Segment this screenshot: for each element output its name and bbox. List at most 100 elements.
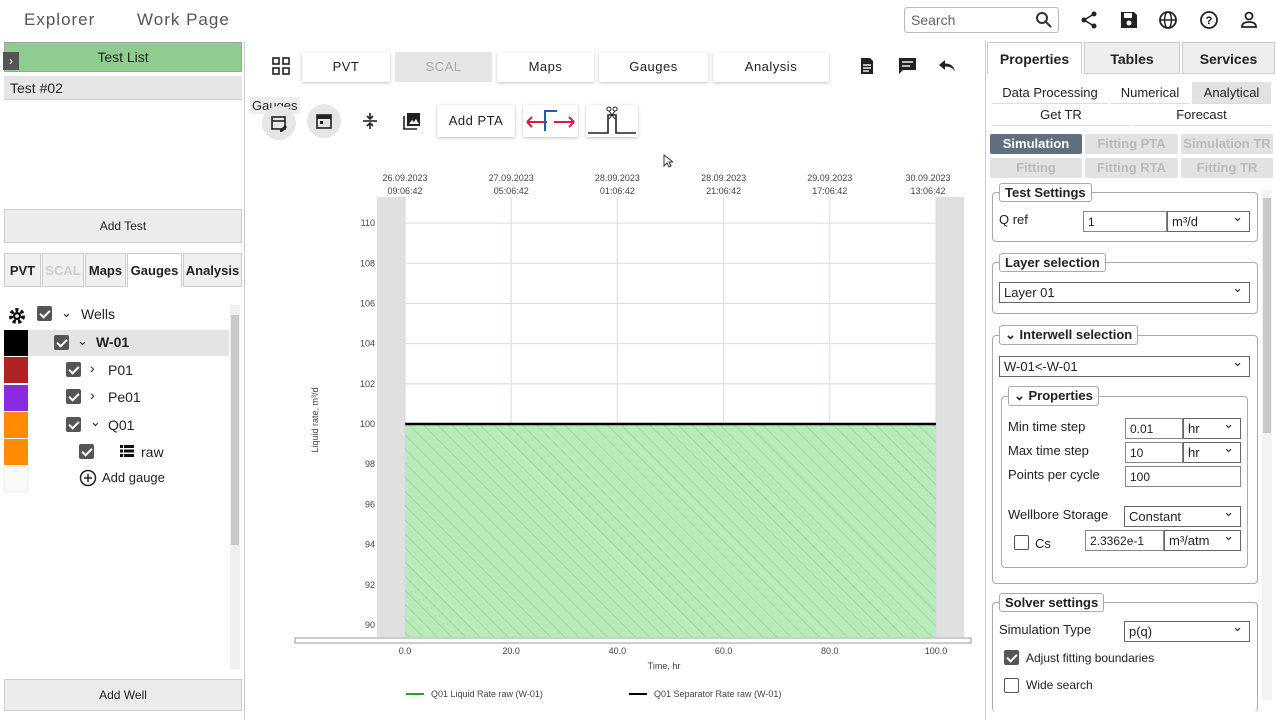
center-tab-scal[interactable]: SCAL: [395, 52, 492, 82]
edit-gauge-button[interactable]: [262, 106, 296, 140]
cs-checkbox[interactable]: [1014, 535, 1029, 550]
right-tab-tables[interactable]: Tables: [1084, 42, 1180, 74]
x-axis: 0.0 20.0 40.0 60.0 80.0 100.0: [399, 646, 948, 656]
simulation-type-select[interactable]: p(q): [1124, 619, 1250, 642]
undo-icon[interactable]: [937, 58, 957, 74]
y-tick-label: 96: [365, 499, 375, 509]
document-icon[interactable]: [858, 57, 876, 75]
y-tick-label: 108: [360, 258, 375, 268]
wells-checkbox[interactable]: [37, 306, 52, 321]
min-time-step-unit[interactable]: hr: [1183, 416, 1241, 439]
mode-fitting-rta-button[interactable]: Fitting RTA: [1085, 158, 1178, 178]
adjust-fitting-checkbox[interactable]: [1004, 650, 1019, 665]
subtab-get-tr[interactable]: Get TR: [992, 104, 1130, 126]
legend-item-separator-rate[interactable]: Q01 Separator Rate raw (W-01): [654, 689, 781, 699]
right-tab-properties[interactable]: Properties: [987, 42, 1082, 74]
scissors-step-icon: [588, 106, 636, 134]
well-checkbox[interactable]: [54, 335, 69, 350]
left-tab-gauges[interactable]: Gauges: [127, 253, 182, 287]
center-tab-maps[interactable]: Maps: [497, 52, 594, 82]
subtab-numerical[interactable]: Numerical: [1110, 82, 1190, 104]
well-tree: ⌄ Wells ⌄ W-01 › P01 › Pe01 ⌄ Q01 raw Ad…: [4, 300, 244, 675]
comment-icon[interactable]: [898, 57, 917, 75]
cut-step-button[interactable]: [586, 105, 638, 137]
points-per-cycle-input[interactable]: 100: [1125, 466, 1241, 487]
raw-checkbox[interactable]: [79, 444, 94, 459]
center-tab-pvt[interactable]: PVT: [302, 52, 390, 82]
right-tab-services[interactable]: Services: [1182, 42, 1275, 74]
color-swatch[interactable]: [4, 357, 28, 383]
min-time-step-label: Min time step: [1008, 419, 1086, 434]
subtab-data-processing[interactable]: Data Processing: [992, 82, 1108, 104]
add-test-button[interactable]: Add Test: [4, 209, 242, 243]
subtab-forecast[interactable]: Forecast: [1132, 104, 1271, 126]
color-swatch[interactable]: [4, 330, 28, 356]
mode-fitting-pta-button[interactable]: Fitting PTA: [1085, 134, 1178, 154]
user-icon[interactable]: [1238, 9, 1260, 31]
color-swatch[interactable]: [4, 385, 28, 411]
search-input[interactable]: Search: [904, 7, 1059, 33]
right-scrollbar[interactable]: [1262, 190, 1272, 700]
compress-button[interactable]: [353, 104, 387, 138]
color-swatch[interactable]: [4, 412, 28, 438]
test-list-item[interactable]: Test #02: [4, 76, 242, 100]
chevron-right-icon[interactable]: ›: [90, 387, 95, 403]
save-icon[interactable]: [1118, 9, 1140, 31]
chevron-down-icon[interactable]: ⌄: [61, 305, 72, 321]
left-tab-pvt[interactable]: PVT: [4, 253, 41, 287]
min-time-step-input[interactable]: 0.01: [1125, 418, 1183, 439]
center-tab-gauges[interactable]: Gauges: [599, 52, 708, 82]
left-tab-analysis[interactable]: Analysis: [183, 253, 242, 287]
chevron-down-icon[interactable]: ⌄: [90, 414, 101, 430]
layer-select[interactable]: Layer 01: [999, 280, 1250, 303]
chevron-down-icon[interactable]: ⌄: [77, 333, 88, 349]
collapse-arrow-icon[interactable]: ›: [3, 52, 19, 70]
mode-fitting-tr-button[interactable]: Fitting TR: [1181, 158, 1273, 178]
adjust-fitting-label: Adjust fitting boundaries: [1026, 651, 1155, 665]
properties-title[interactable]: ⌄ Properties: [1008, 386, 1099, 406]
max-time-step-unit[interactable]: hr: [1183, 440, 1241, 463]
left-tab-maps[interactable]: Maps: [85, 253, 126, 287]
image-button[interactable]: [395, 104, 429, 138]
help-icon[interactable]: ?: [1198, 9, 1220, 31]
tab-work-page[interactable]: Work Page: [137, 10, 230, 30]
mode-simulation-tr-button[interactable]: Simulation TR: [1181, 134, 1273, 154]
interwell-title[interactable]: ⌄ Interwell selection: [999, 325, 1139, 345]
tab-explorer[interactable]: Explorer: [24, 10, 95, 30]
gauge-checkbox[interactable]: [66, 417, 81, 432]
mode-simulation-button[interactable]: Simulation: [990, 134, 1082, 154]
add-circle-icon[interactable]: [79, 469, 97, 487]
scrollbar[interactable]: [230, 305, 240, 669]
wellbore-storage-select[interactable]: Constant: [1124, 504, 1241, 527]
gear-icon[interactable]: [7, 306, 27, 326]
color-swatch[interactable]: [4, 439, 28, 465]
qref-input[interactable]: 1: [1083, 211, 1167, 232]
left-tab-scal[interactable]: SCAL: [42, 253, 84, 287]
well-label: W-01: [96, 334, 130, 350]
legend-item-liquid-rate[interactable]: Q01 Liquid Rate raw (W-01): [431, 689, 543, 699]
add-pta-button[interactable]: Add PTA: [437, 105, 515, 137]
center-tab-analysis[interactable]: Analysis: [713, 52, 829, 82]
x-scrollbar[interactable]: [294, 637, 972, 644]
qref-unit-select[interactable]: m³/d: [1167, 209, 1250, 232]
top-tick-date: 28.09.2023: [701, 173, 746, 183]
calendar-button[interactable]: [307, 104, 341, 138]
add-well-button[interactable]: Add Well: [4, 679, 242, 711]
globe-icon[interactable]: [1157, 9, 1179, 31]
gauge-checkbox[interactable]: [66, 389, 81, 404]
rate-chart[interactable]: 26.09.2023 09:06:42 27.09.2023 05:06:42 28.0…: [290, 165, 980, 710]
subtab-analytical[interactable]: Analytical: [1192, 82, 1271, 104]
top-bar: Explorer Work Page Search ?: [0, 0, 1276, 40]
shift-button[interactable]: [523, 105, 578, 137]
max-time-step-input[interactable]: 10: [1125, 442, 1183, 463]
add-gauge-link[interactable]: Add gauge: [102, 470, 165, 485]
gauge-checkbox[interactable]: [66, 362, 81, 377]
cs-input[interactable]: 2.3362e-1: [1085, 530, 1164, 551]
interwell-select[interactable]: W-01<-W-01: [999, 354, 1250, 377]
mode-fitting-button[interactable]: Fitting: [990, 158, 1082, 178]
grid-icon[interactable]: [272, 57, 290, 75]
wide-search-checkbox[interactable]: [1004, 678, 1019, 693]
share-icon[interactable]: [1078, 9, 1100, 31]
chevron-right-icon[interactable]: ›: [90, 360, 95, 376]
cs-unit-select[interactable]: m³/atm: [1164, 528, 1241, 551]
